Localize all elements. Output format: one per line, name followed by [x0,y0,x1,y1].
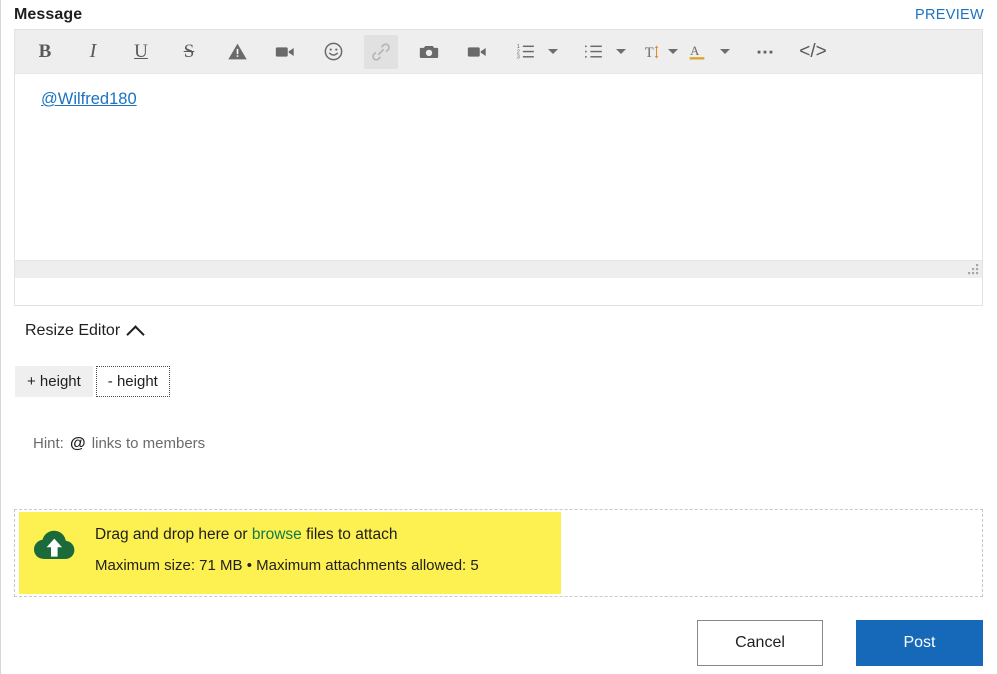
chevron-down-icon [616,49,626,54]
editor-resize-grip[interactable] [966,263,980,277]
dropzone-content: Drag and drop here or browse files to at… [33,524,479,577]
hint-text: links to members [91,435,206,452]
numbered-list-caret-icon[interactable] [544,35,562,69]
editor-toolbar: B I U S 1 2 3 T A </> [15,30,982,74]
mention-hint: Hint: @ links to members [33,435,205,453]
video-camera-icon[interactable] [460,35,494,69]
increase-height-button[interactable]: + height [15,366,93,397]
svg-text:T: T [645,44,654,60]
editor-footer-bar [15,260,982,278]
font-color-icon[interactable]: A [680,35,714,69]
message-body-input[interactable]: @Wilfred180 [15,74,982,260]
composer-header: Message PREVIEW [1,0,997,29]
preview-link[interactable]: PREVIEW [915,7,997,23]
italic-glyph: I [89,40,97,62]
mention-link[interactable]: @Wilfred180 [41,90,137,108]
resize-editor-buttons: + height - height [15,366,170,397]
cancel-button[interactable]: Cancel [697,620,823,666]
dropzone-text: Drag and drop here or browse files to at… [95,524,479,577]
text-size-icon[interactable]: T [644,35,678,69]
decrease-height-button[interactable]: - height [95,366,170,397]
code-view-icon[interactable]: </> [796,35,830,69]
bullet-list-caret-icon[interactable] [612,35,630,69]
spoiler-warning-icon[interactable] [220,35,254,69]
resize-editor-label: Resize Editor [25,322,121,339]
page-title: Message [14,5,83,23]
cloud-upload-icon [34,530,75,559]
dropzone-limits-text: Maximum size: 71 MB • Maximum attachment… [95,557,479,574]
bullet-list-icon[interactable] [576,35,610,69]
message-composer-page: Message PREVIEW B I U S 1 2 3 T A </> @W… [0,0,998,674]
svg-text:3: 3 [516,55,519,61]
video-icon[interactable] [268,35,302,69]
strikethrough-glyph: S [183,40,195,62]
resize-editor-toggle[interactable]: Resize Editor [25,322,145,344]
underline-glyph: U [134,40,148,62]
at-symbol-icon: @ [70,435,86,452]
font-color-caret-icon[interactable] [716,35,734,69]
chevron-up-icon [126,324,145,344]
emoji-icon[interactable] [316,35,350,69]
chevron-down-icon [668,49,678,54]
link-icon[interactable] [364,34,398,69]
italic-icon[interactable]: I [76,35,110,69]
svg-text:A: A [690,44,700,58]
camera-icon[interactable] [412,35,446,69]
browse-link[interactable]: browse [252,526,302,543]
bold-glyph: B [38,40,52,62]
bold-icon[interactable]: B [28,35,62,69]
dropzone-line1-before: Drag and drop here or [95,526,248,543]
code-glyph: </> [799,40,827,62]
chevron-down-icon [720,49,730,54]
numbered-list-icon[interactable]: 123 [508,35,542,69]
dropzone-line-1: Drag and drop here or browse files to at… [95,524,479,546]
rich-text-editor: B I U S 1 2 3 T A </> @Wilfred180 [14,29,983,306]
post-button[interactable]: Post [856,620,983,666]
hint-prefix: Hint: [33,435,64,452]
more-options-icon[interactable] [748,35,782,69]
underline-icon[interactable]: U [124,35,158,69]
attachment-dropzone[interactable]: Drag and drop here or browse files to at… [14,509,983,597]
dropzone-line1-after: files to attach [306,526,398,543]
chevron-down-icon [548,49,558,54]
strikethrough-icon[interactable]: S [172,35,206,69]
